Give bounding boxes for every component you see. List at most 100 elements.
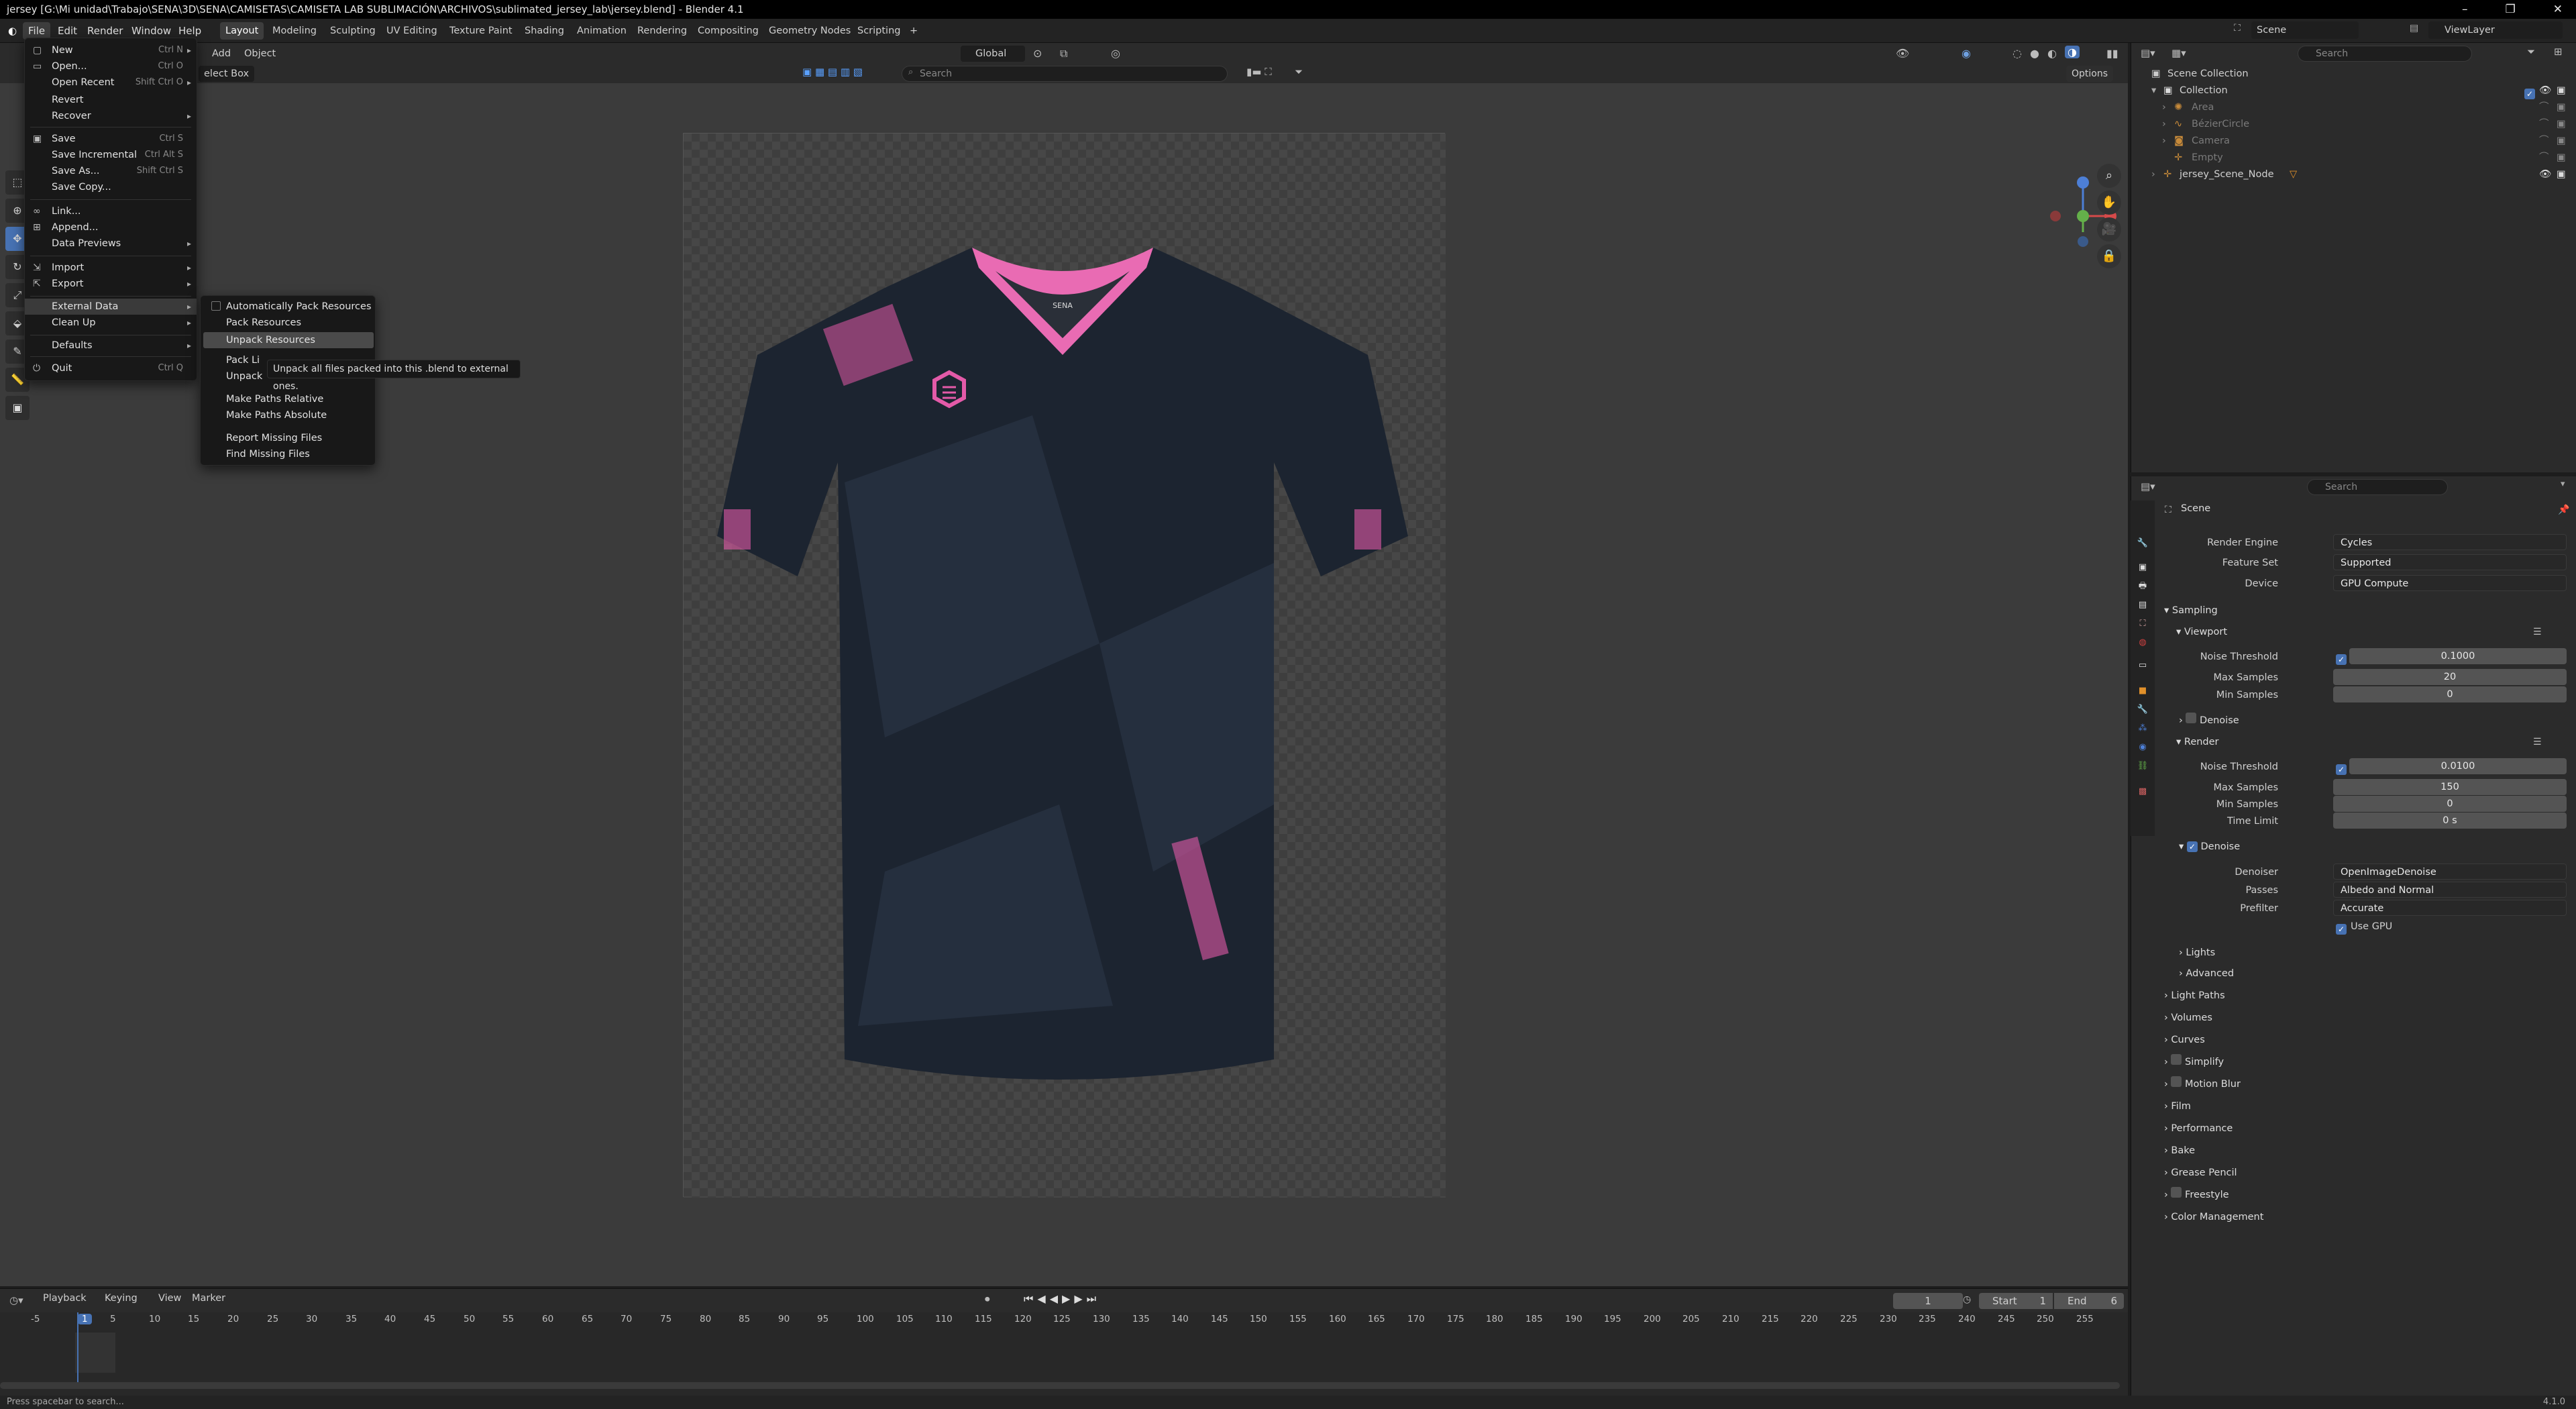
- outliner-row[interactable]: › ∿ BézierCircle ⌒ ▣: [2131, 116, 2576, 133]
- panel-color-management[interactable]: › Color Management: [2164, 1208, 2263, 1227]
- advanced-subpanel-header[interactable]: › Advanced: [2179, 964, 2234, 983]
- tab-texture-paint[interactable]: Texture Paint: [444, 22, 518, 40]
- vp-noise-threshold-checkbox[interactable]: ✓: [2336, 651, 2347, 668]
- texture-tab-icon[interactable]: ▩: [2136, 785, 2149, 798]
- filter-icon[interactable]: ⏷: [2527, 46, 2535, 58]
- outliner-row[interactable]: › ✛ jersey_Scene_Node ▽ 👁 ▣: [2131, 166, 2576, 183]
- r-noise-threshold-field[interactable]: 0.0100: [2349, 758, 2567, 774]
- marker-menu[interactable]: Marker: [192, 1293, 225, 1304]
- lock-icon[interactable]: 🔒: [2097, 244, 2121, 268]
- file-menu-item-open[interactable]: ▭ Open... Ctrl O: [25, 58, 197, 74]
- collection-tab-icon[interactable]: ▭: [2136, 659, 2149, 672]
- render-camera-icon[interactable]: ▣: [2557, 99, 2566, 116]
- start-frame-field[interactable]: Start 1: [1979, 1293, 2053, 1309]
- properties-editor-icon[interactable]: ▤▾: [2141, 480, 2155, 492]
- maximize-icon[interactable]: ❐: [2506, 0, 2516, 19]
- world-tab-icon[interactable]: ◍: [2136, 636, 2149, 649]
- pivot-icon[interactable]: ⊙: [1033, 47, 1042, 60]
- sampling-panel-header[interactable]: ▾ Sampling: [2164, 601, 2218, 620]
- r-noise-threshold-checkbox[interactable]: ✓: [2336, 761, 2347, 778]
- panel-volumes[interactable]: › Volumes: [2164, 1008, 2212, 1027]
- render-engine-dropdown[interactable]: Cycles: [2333, 534, 2567, 550]
- render-camera-icon[interactable]: ▣: [2557, 116, 2566, 133]
- current-frame-field[interactable]: 1: [1893, 1293, 1963, 1309]
- file-menu-item-import[interactable]: ⇲ Import ▸: [25, 260, 197, 276]
- panel-film[interactable]: › Film: [2164, 1097, 2191, 1116]
- scene-tab-icon[interactable]: ⛶: [2136, 617, 2149, 631]
- add-workspace-button[interactable]: +: [904, 22, 923, 40]
- playback-menu[interactable]: Playback: [43, 1293, 87, 1304]
- render-camera-icon[interactable]: ▣: [2557, 83, 2566, 99]
- pan-hand-icon[interactable]: ✋: [2097, 191, 2121, 215]
- file-menu-item-clean-up[interactable]: Clean Up ▸: [25, 315, 197, 331]
- timeline-editor-icon[interactable]: ◷▾: [9, 1294, 23, 1306]
- modifier-tab-icon[interactable]: 🔧: [2136, 703, 2149, 717]
- tab-modeling[interactable]: Modeling: [267, 22, 322, 40]
- filter-icon-group[interactable]: ▣ ▦ ▤ ▥ ▧: [802, 66, 863, 78]
- file-menu-item-save-incremental[interactable]: Save Incremental Ctrl Alt S: [25, 147, 197, 163]
- tool-tab-icon[interactable]: 🔧: [2136, 537, 2149, 550]
- file-menu-item-save-as[interactable]: Save As... Shift Ctrl S: [25, 163, 197, 179]
- submenu-item-unpack-resources[interactable]: Unpack Resources: [203, 332, 374, 348]
- playback-controls-icon[interactable]: ⏮◀◀▶▶⏭: [1024, 1292, 1100, 1306]
- eye-closed-icon[interactable]: ⌒: [2539, 116, 2549, 133]
- timeline-area[interactable]: [0, 1312, 2128, 1396]
- tab-geometry-nodes[interactable]: Geometry Nodes: [763, 22, 856, 40]
- output-tab-icon[interactable]: 🖶: [2136, 580, 2149, 593]
- r-time-limit-field[interactable]: 0 s: [2333, 813, 2567, 829]
- r-denoise-checkbox[interactable]: ✓: [2186, 841, 2198, 852]
- panel-bake[interactable]: › Bake: [2164, 1141, 2195, 1160]
- outliner-row[interactable]: › ✺ Area ⌒ ▣: [2131, 99, 2576, 116]
- eye-closed-icon[interactable]: ⌒: [2539, 133, 2549, 150]
- render-tab-icon[interactable]: ▣: [2136, 561, 2149, 574]
- file-menu-item-append[interactable]: ⊞ Append...: [25, 219, 197, 236]
- lights-subpanel-header[interactable]: › Lights: [2179, 943, 2215, 962]
- r-max-samples-field[interactable]: 150: [2333, 779, 2567, 795]
- scene-selector[interactable]: Scene: [2251, 21, 2359, 39]
- visibility-icon[interactable]: 👁: [1896, 47, 1909, 60]
- pin-icon[interactable]: 📌: [2558, 505, 2569, 515]
- panel-simplify[interactable]: › Simplify: [2164, 1053, 2224, 1072]
- panel-grease-pencil[interactable]: › Grease Pencil: [2164, 1163, 2237, 1182]
- viewlayer-selector[interactable]: ViewLayer: [2428, 21, 2563, 39]
- file-menu-item-external-data[interactable]: External Data ▸: [25, 299, 197, 315]
- file-menu-item-open-recent[interactable]: Open Recent Shift Ctrl O ▸: [25, 74, 197, 91]
- 3d-viewport[interactable]: SENA ⬚ ⊕ ✥ ↻ ⤢ ⬙ ✎ 📏 ▣ ⌕ ✋ 🎥 🔒: [0, 83, 2128, 1286]
- shading-solid-icon[interactable]: ●: [2030, 47, 2039, 60]
- snap-icon[interactable]: ⧉: [1060, 47, 1067, 60]
- eye-icon[interactable]: 👁: [2539, 166, 2551, 183]
- select-box-tool[interactable]: elect Box: [199, 66, 255, 82]
- chevron-down-icon[interactable]: ▾: [2561, 479, 2565, 489]
- minimize-icon[interactable]: –: [2462, 0, 2468, 19]
- record-icon[interactable]: ⏺: [985, 1293, 990, 1305]
- render-camera-icon[interactable]: ▣: [2557, 150, 2566, 166]
- passes-dropdown[interactable]: Albedo and Normal: [2333, 882, 2567, 898]
- tab-shading[interactable]: Shading: [519, 22, 570, 40]
- render-camera-icon[interactable]: ▣: [2557, 166, 2566, 183]
- bookmark-icon[interactable]: ▮▬ ⛶: [1246, 66, 1272, 78]
- outliner-editor-icon[interactable]: ▤▾: [2141, 47, 2155, 59]
- outliner-row[interactable]: ▣ Scene Collection: [2131, 66, 2576, 83]
- file-menu-item-data-previews[interactable]: Data Previews ▸: [25, 236, 197, 252]
- close-icon[interactable]: ✕: [2553, 0, 2563, 19]
- tab-scripting[interactable]: Scripting: [852, 22, 906, 40]
- display-mode-icon[interactable]: ▦▾: [2171, 47, 2186, 59]
- file-menu-item-save[interactable]: ▣ Save Ctrl S: [25, 131, 197, 147]
- funnel-icon[interactable]: ⏷: [1295, 66, 1303, 78]
- options-menu[interactable]: Options: [2066, 66, 2114, 82]
- file-menu-item-recover[interactable]: Recover ▸: [25, 108, 197, 124]
- particles-tab-icon[interactable]: ⁂: [2136, 722, 2149, 735]
- vp-max-samples-field[interactable]: 20: [2333, 669, 2567, 685]
- vp-denoise-checkbox[interactable]: [2186, 713, 2197, 723]
- file-menu-item-save-copy[interactable]: Save Copy...: [25, 179, 197, 195]
- shading-material-icon[interactable]: ◐: [2047, 47, 2057, 60]
- use-gpu-row[interactable]: ✓ Use GPU: [2155, 918, 2571, 935]
- presets-icon[interactable]: ☰: [2533, 627, 2542, 637]
- add-cube-tool-icon[interactable]: ▣: [5, 396, 30, 420]
- use-gpu-checkbox[interactable]: ✓: [2336, 921, 2347, 938]
- timeline-scrollbar[interactable]: [0, 1382, 2120, 1389]
- vp-noise-threshold-field[interactable]: 0.1000: [2349, 648, 2567, 664]
- zoom-icon[interactable]: ⌕: [2097, 164, 2121, 188]
- view-menu[interactable]: View: [158, 1293, 181, 1304]
- eye-icon[interactable]: 👁: [2539, 83, 2551, 99]
